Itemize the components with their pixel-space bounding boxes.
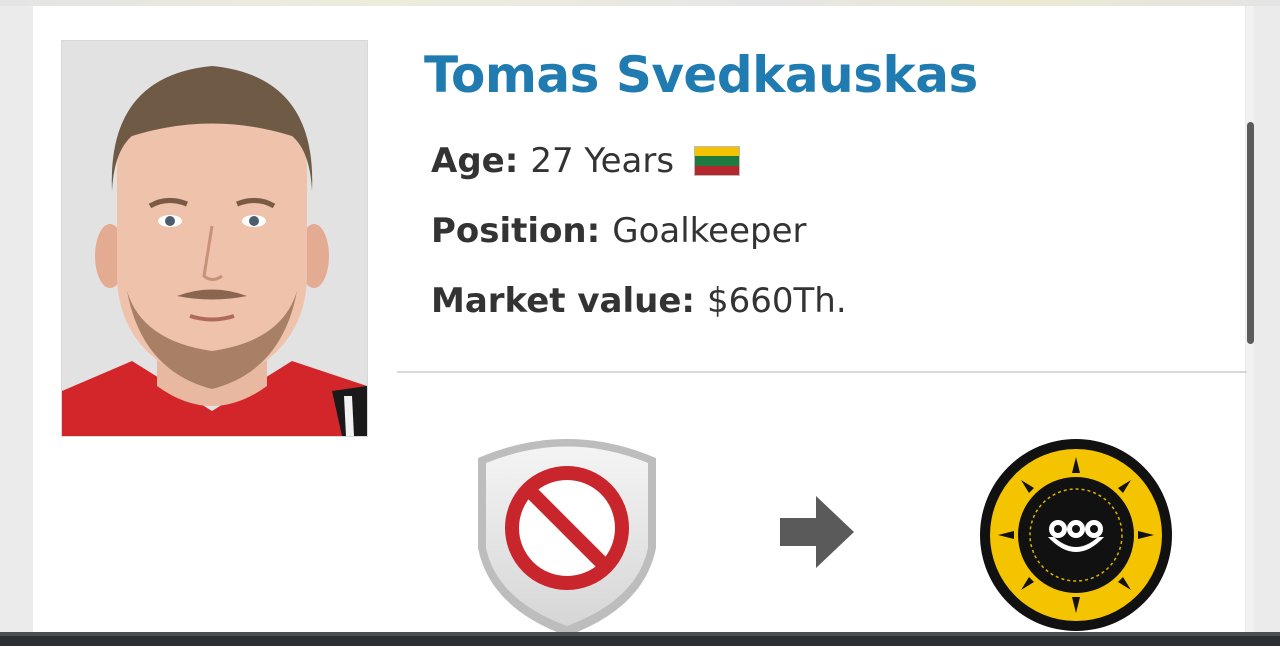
age-row: Age: 27 Years [431,138,741,184]
lithuania-flag-icon [694,146,741,176]
sepahan-club-logo[interactable] [978,437,1174,637]
scrollbar-thumb[interactable] [1247,122,1254,344]
market-value-value: $660Th. [707,281,847,321]
age-label: Age: [431,141,519,181]
player-photo [61,40,368,437]
position-label: Position: [431,211,601,251]
position-value: Goalkeeper [612,211,807,251]
market-value-label: Market value: [431,281,696,321]
no-club-shield-icon[interactable] [474,428,660,642]
player-name[interactable]: Tomas Svedkauskas [424,40,978,110]
divider [397,371,1247,373]
market-value-row: Market value: $660Th. [431,278,847,324]
right-arrow-icon [778,494,856,574]
bottom-bar [0,632,1280,646]
age-value: 27 Years [530,141,675,181]
position-row: Position: Goalkeeper [431,208,806,254]
